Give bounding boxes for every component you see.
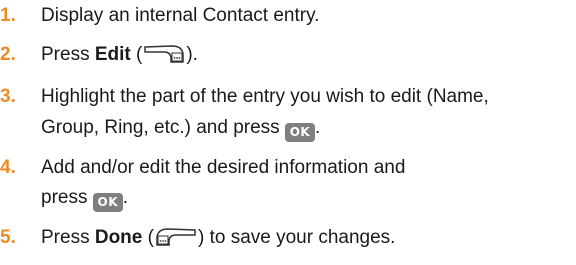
left-softkey-icon <box>156 228 196 246</box>
step-text-part: ( <box>130 44 143 65</box>
right-softkey-icon <box>144 45 185 63</box>
step-number: 4. <box>0 157 16 178</box>
step-text-line-2: Group, Ring, etc.) and press OK. <box>41 112 571 143</box>
step-number: 3. <box>0 86 16 107</box>
ok-key-icon: OK <box>92 193 123 212</box>
step-text-line-1: Highlight the part of the entry you wish… <box>41 86 489 107</box>
ok-key-icon: OK <box>284 123 315 142</box>
step-text-part: Press <box>41 227 95 248</box>
step-text: Press Edit (). <box>41 39 571 70</box>
step-text-line-2: press OK. <box>41 182 571 213</box>
step-number: 1. <box>0 5 16 26</box>
step-text-part: Group, Ring, etc.) and press <box>41 117 285 138</box>
step-text-part: ( <box>142 227 154 248</box>
step-text: Display an internal Contact entry. <box>41 5 320 26</box>
done-label: Done <box>94 227 143 248</box>
step-text-line-1: Add and/or edit the desired information … <box>41 157 406 178</box>
step-text-part: . <box>314 117 321 138</box>
edit-label: Edit <box>94 44 131 65</box>
step-text: Press Done ( ) to save your changes. <box>41 222 571 253</box>
step-text-part: ). <box>186 44 198 65</box>
step-text-part: . <box>122 187 129 208</box>
step-text-part: press <box>41 187 93 208</box>
step-number: 5. <box>0 227 16 248</box>
step-text-part: Press <box>41 44 95 65</box>
step-text-part: ) to save your changes. <box>197 227 396 248</box>
step-number: 2. <box>0 44 16 65</box>
